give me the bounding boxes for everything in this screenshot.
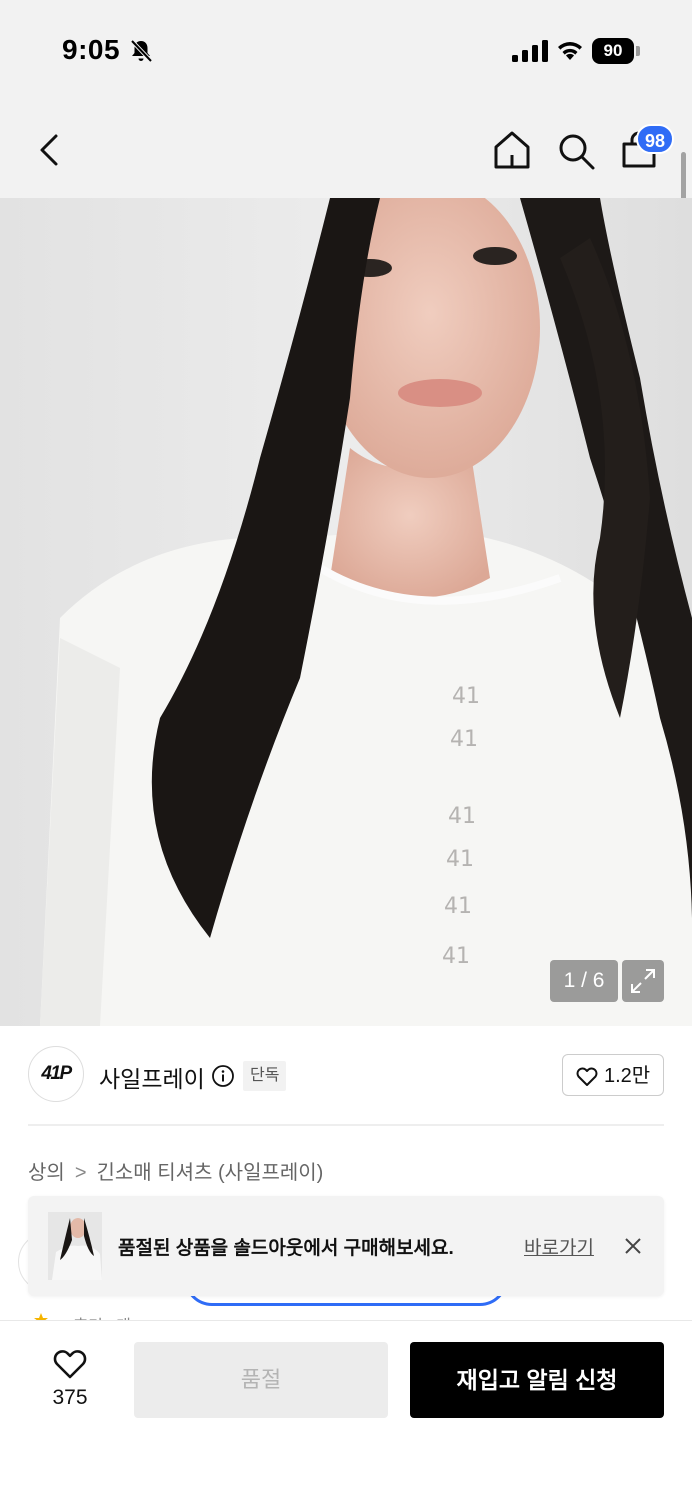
expand-image-button[interactable]	[622, 960, 664, 1002]
svg-text:41: 41	[448, 804, 476, 829]
soldout-message: 품절된 상품을 솔드아웃에서 구매해보세요.	[118, 1238, 454, 1259]
cellular-signal-icon	[512, 40, 548, 62]
svg-text:41: 41	[450, 727, 478, 752]
breadcrumb-subcategory[interactable]: 긴소매 티셔츠 (사일프레이)	[97, 1162, 324, 1184]
soldout-banner: 품절된 상품을 솔드아웃에서 구매해보세요. 바로가기	[28, 1196, 664, 1296]
battery-level: 90	[592, 38, 634, 64]
restock-alert-button[interactable]: 재입고 알림 신청	[410, 1342, 664, 1418]
chevron-right-icon: >	[74, 1162, 87, 1184]
status-time: 9:05	[62, 34, 121, 65]
heart-icon	[576, 1067, 598, 1086]
banner-product-thumbnail	[48, 1212, 102, 1280]
home-icon[interactable]	[492, 129, 532, 171]
thumbnail-image	[48, 1212, 102, 1280]
svg-text:41: 41	[446, 847, 474, 872]
svg-text:41: 41	[442, 944, 470, 969]
svg-text:41: 41	[444, 894, 472, 919]
product-image[interactable]: 41 41 41 41 41 41	[0, 198, 692, 1026]
bell-off-icon	[130, 39, 153, 63]
brand-like-count: 1.2만	[604, 1065, 651, 1087]
wishlist-count: 375	[52, 1386, 88, 1409]
expand-icon	[631, 969, 655, 993]
search-icon[interactable]	[556, 131, 596, 171]
wifi-icon	[558, 42, 582, 60]
battery-tip	[636, 46, 640, 56]
battery-indicator: 90	[592, 38, 640, 64]
go-now-link[interactable]: 바로가기	[524, 1233, 594, 1260]
breadcrumb-category[interactable]: 상의	[28, 1162, 65, 1184]
divider	[28, 1124, 664, 1126]
exclusive-badge: 단독	[243, 1061, 287, 1091]
brand-like-button[interactable]: 1.2만	[562, 1054, 664, 1096]
close-icon[interactable]	[622, 1235, 644, 1257]
wishlist-heart-icon[interactable]	[52, 1346, 88, 1380]
image-counter: 1 / 6	[550, 960, 618, 1002]
cart-count-badge: 98	[636, 124, 674, 154]
brand-name[interactable]: 사일프레이	[99, 1060, 205, 1094]
svg-text:41: 41	[452, 684, 480, 709]
brand-logo[interactable]: 41P	[28, 1046, 84, 1102]
soldout-button: 품절	[134, 1342, 388, 1418]
product-photo: 41 41 41 41 41 41	[0, 198, 692, 1026]
info-icon[interactable]	[211, 1064, 235, 1088]
back-icon[interactable]	[34, 130, 66, 170]
breadcrumb: 상의 > 긴소매 티셔츠 (사일프레이)	[28, 1156, 323, 1185]
